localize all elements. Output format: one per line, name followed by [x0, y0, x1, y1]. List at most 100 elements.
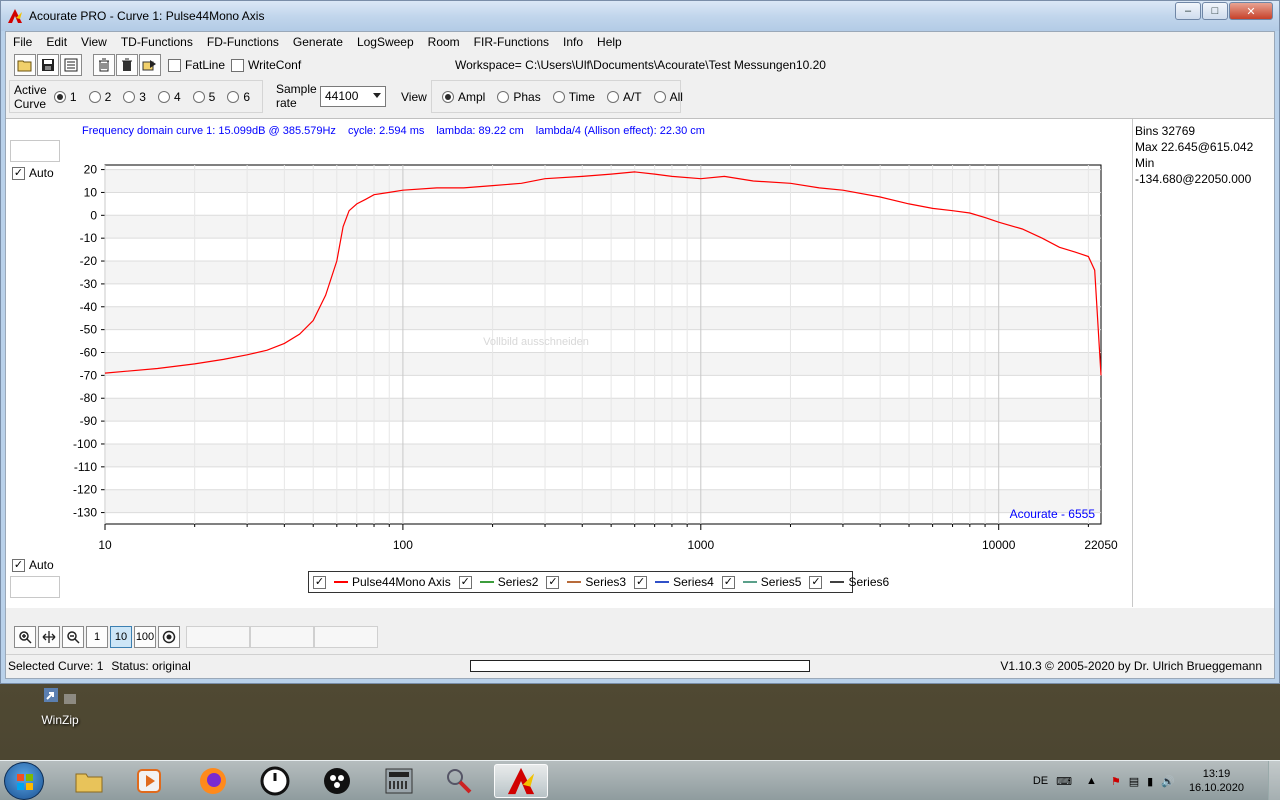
- windows-logo-icon: [17, 774, 33, 790]
- view-radio-phas[interactable]: Phas: [497, 90, 541, 104]
- radio-button[interactable]: [552, 90, 565, 103]
- fatline-checkbox[interactable]: FatLine: [168, 58, 225, 72]
- view-radio-ampl[interactable]: Ampl: [442, 90, 485, 104]
- radio-button[interactable]: [442, 90, 454, 103]
- curve-radio-5[interactable]: 5: [192, 90, 215, 104]
- menu-fir-functions[interactable]: FIR-Functions: [467, 35, 556, 49]
- trash-icon[interactable]: [116, 54, 138, 76]
- title-bar[interactable]: Acourate PRO - Curve 1: Pulse44Mono Axis…: [1, 1, 1279, 31]
- y-tick-label: -130: [73, 506, 97, 520]
- action-center-flag-icon[interactable]: ⚑: [1111, 775, 1121, 788]
- keyboard-icon[interactable]: ⌨: [1056, 775, 1072, 788]
- acourate-taskbar-icon: [507, 767, 535, 795]
- menu-generate[interactable]: Generate: [286, 35, 350, 49]
- save-icon[interactable]: [37, 54, 59, 76]
- zoom-1-button[interactable]: 1: [86, 626, 108, 648]
- taskbar-app-badminton[interactable]: [432, 764, 486, 798]
- zoom-out-icon[interactable]: [62, 626, 84, 648]
- menu-logsweep[interactable]: LogSweep: [350, 35, 421, 49]
- zoom-10-button[interactable]: 10: [110, 626, 132, 648]
- legend-item-series3[interactable]: ✓ Series3: [546, 575, 626, 589]
- writeconf-checkbox[interactable]: WriteConf: [231, 58, 301, 72]
- radio-button[interactable]: [123, 90, 136, 103]
- folder-icon: [75, 773, 103, 793]
- legend-item-series2[interactable]: ✓ Series2: [458, 575, 539, 589]
- export-icon[interactable]: [139, 54, 161, 76]
- minimize-button[interactable]: –: [1175, 2, 1201, 20]
- show-desktop-button[interactable]: [1268, 761, 1280, 800]
- curve-radio-label: 4: [173, 89, 181, 104]
- zoom-100-button[interactable]: 100: [134, 626, 156, 648]
- view-radio-time[interactable]: Time: [552, 90, 595, 104]
- menu-room[interactable]: Room: [421, 35, 467, 49]
- menu-edit[interactable]: Edit: [39, 35, 74, 49]
- menu-view[interactable]: View: [74, 35, 114, 49]
- language-indicator[interactable]: DE: [1033, 775, 1048, 787]
- legend-check[interactable]: ✓: [546, 575, 560, 589]
- taskbar-acourate[interactable]: [494, 764, 548, 798]
- menu-fd-functions[interactable]: FD-Functions: [200, 35, 286, 49]
- menu-help[interactable]: Help: [590, 35, 629, 49]
- radio-button[interactable]: [192, 90, 205, 103]
- taskbar-tascam[interactable]: [372, 764, 426, 798]
- radio-button[interactable]: [606, 90, 619, 103]
- legend-check[interactable]: ✓: [313, 575, 326, 589]
- taskbar-media-player[interactable]: [122, 764, 176, 798]
- delete-curves-icon[interactable]: [93, 54, 115, 76]
- view-radio-all[interactable]: All: [653, 90, 683, 104]
- close-button[interactable]: ✕: [1229, 2, 1273, 20]
- menu-td-functions[interactable]: TD-Functions: [114, 35, 200, 49]
- curve-radio-3[interactable]: 3: [123, 90, 146, 104]
- curve-radio-4[interactable]: 4: [157, 89, 181, 104]
- network-icon[interactable]: ▮: [1147, 775, 1153, 788]
- start-button[interactable]: [4, 762, 44, 800]
- radio-button[interactable]: [497, 90, 510, 103]
- menu-file[interactable]: File: [6, 35, 39, 49]
- radio-button[interactable]: [227, 90, 240, 103]
- zoom-in-icon[interactable]: [14, 626, 36, 648]
- list-properties-icon[interactable]: [60, 54, 82, 76]
- taskbar-explorer[interactable]: [62, 764, 116, 798]
- taskbar-app-circle[interactable]: [248, 764, 302, 798]
- legend-item-series5[interactable]: ✓ Series5: [721, 575, 802, 589]
- maximize-button[interactable]: □: [1202, 2, 1228, 20]
- show-hidden-icons-chevron-icon[interactable]: ▲: [1086, 775, 1097, 787]
- menu-info[interactable]: Info: [556, 35, 590, 49]
- curve-radio-6[interactable]: 6: [227, 90, 250, 104]
- volume-icon[interactable]: 🔊: [1161, 775, 1175, 788]
- system-tray: DE ⌨ ▲ ⚑ ▤ ▮ 🔊 13:19 16.10.2020: [1033, 761, 1280, 800]
- legend-check[interactable]: ✓: [809, 575, 823, 589]
- grid-band: [106, 215, 1100, 239]
- open-folder-icon[interactable]: [14, 54, 36, 76]
- taskbar-app-dots[interactable]: [310, 764, 364, 798]
- grid-band: [106, 443, 1100, 467]
- radio-button[interactable]: [88, 90, 101, 103]
- desktop-icon-winzip[interactable]: WinZip: [30, 686, 90, 727]
- frequency-response-chart[interactable]: 20100-10-20-30-40-50-60-70-80-90-100-110…: [6, 149, 1126, 589]
- y-tick-label: -10: [80, 231, 98, 245]
- device-icon[interactable]: ▤: [1129, 775, 1139, 788]
- curve-radio-label: 2: [104, 89, 112, 104]
- radio-button[interactable]: [653, 90, 666, 103]
- taskbar-firefox[interactable]: [186, 764, 240, 798]
- writeconf-check-box[interactable]: [231, 58, 245, 72]
- pan-horizontal-icon[interactable]: [38, 626, 60, 648]
- target-icon[interactable]: [158, 626, 180, 648]
- legend-check[interactable]: ✓: [458, 575, 472, 589]
- radio-button[interactable]: [157, 90, 170, 103]
- view-radio-a-t[interactable]: A/T: [606, 90, 642, 104]
- legend-item-series4[interactable]: ✓ Series4: [634, 575, 714, 589]
- legend-item-pulse44mono-axis[interactable]: ✓ Pulse44Mono Axis: [313, 575, 451, 589]
- selected-curve-status: Selected Curve: 1: [8, 658, 104, 673]
- legend-item-series6[interactable]: ✓ Series6: [809, 575, 889, 589]
- curve-radio-1[interactable]: 1: [53, 90, 77, 104]
- legend-label: Series5: [760, 575, 802, 589]
- legend-check[interactable]: ✓: [634, 575, 648, 589]
- clock[interactable]: 13:19 16.10.2020: [1189, 767, 1244, 795]
- radio-button[interactable]: [53, 90, 66, 103]
- legend-check[interactable]: ✓: [721, 575, 735, 589]
- curve-radio-2[interactable]: 2: [88, 89, 112, 104]
- fatline-check-box[interactable]: [168, 58, 181, 72]
- legend-label: Series2: [497, 575, 539, 589]
- sample-rate-select[interactable]: 44100: [320, 85, 386, 107]
